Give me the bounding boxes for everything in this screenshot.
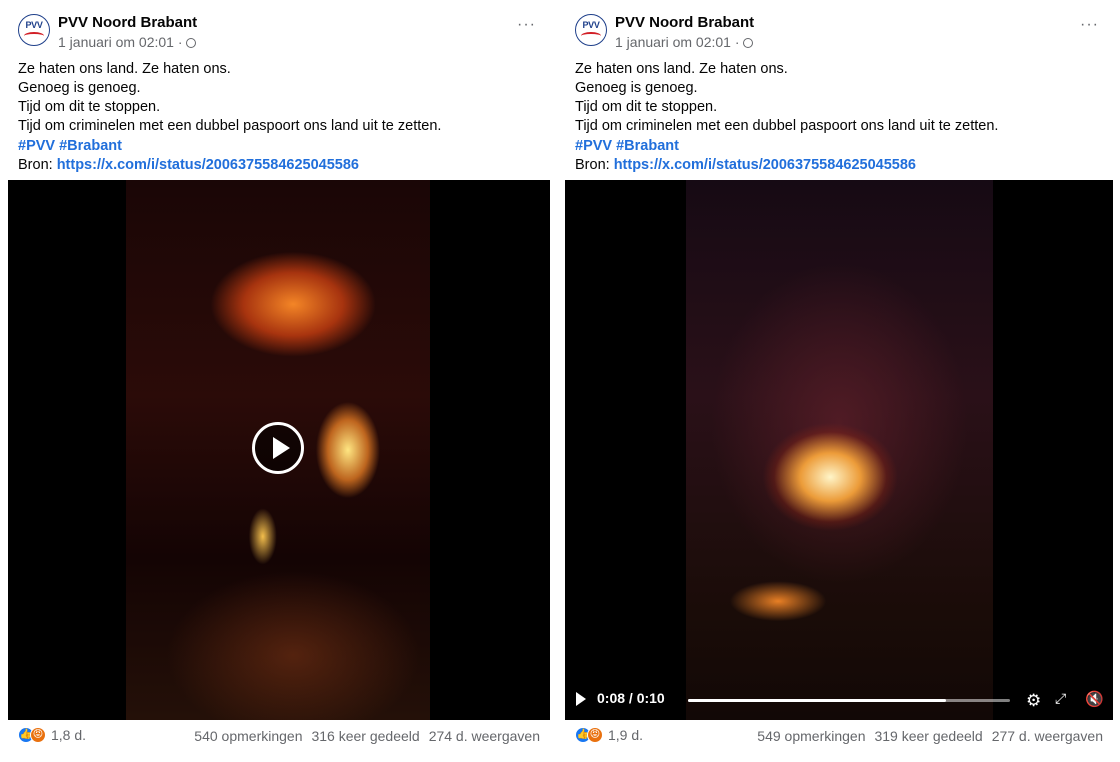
page-avatar[interactable]: PVV [18, 14, 50, 46]
post-header: PVV PVV Noord Brabant 1 januari om 02:01… [18, 12, 540, 52]
post-tags: #PVV #Brabant Bron: https://x.com/i/stat… [18, 137, 540, 175]
facebook-post: PVV PVV Noord Brabant 1 januari om 02:01… [8, 0, 550, 754]
post-text-line: Tijd om criminelen met een dubbel paspoo… [575, 118, 999, 134]
post-timestamp[interactable]: 1 januari om 02:01 · [58, 34, 183, 50]
reaction-count: 1,9 d. [608, 727, 644, 743]
post-timestamp[interactable]: 1 januari om 02:01 · [615, 34, 740, 50]
post-text-line: Ze haten ons land. Ze haten ons. [18, 61, 231, 77]
post-tags: #PVV #Brabant Bron: https://x.com/i/stat… [575, 137, 1103, 175]
source-label: Bron: [575, 157, 614, 173]
reactions-summary[interactable]: 👍 😡 1,8 d. [18, 727, 86, 743]
post-meta: 1 januari om 02:01 · [58, 34, 196, 50]
comments-count[interactable]: 540 opmerkingen [194, 728, 302, 744]
reactions-summary[interactable]: 👍 😡 1,9 d. [575, 727, 643, 743]
post-stats: 549 opmerkingen 319 keer gedeeld 277 d. … [757, 728, 1103, 744]
source-link[interactable]: https://x.com/i/status/20063755846250455… [57, 157, 359, 173]
post-header: PVV PVV Noord Brabant 1 januari om 02:01… [575, 12, 1103, 52]
source-label: Bron: [18, 157, 57, 173]
post-meta: 1 januari om 02:01 · [615, 34, 753, 50]
page-name[interactable]: PVV Noord Brabant [58, 14, 197, 31]
globe-icon [742, 38, 753, 48]
post-text-line: Ze haten ons land. Ze haten ons. [575, 61, 788, 77]
page-avatar[interactable]: PVV [575, 14, 607, 46]
video-controls: 0:08 / 0:10 ⚙ ⤢ 🔇 [565, 680, 1113, 720]
shares-count[interactable]: 319 keer gedeeld [874, 728, 982, 744]
play-icon[interactable] [252, 422, 304, 474]
source-line: Bron: https://x.com/i/status/20063755846… [575, 156, 1103, 175]
avatar-text: PVV [582, 20, 600, 30]
post-stats: 540 opmerkingen 316 keer gedeeld 274 d. … [194, 728, 540, 744]
avatar-swoosh [581, 32, 601, 40]
reaction-count: 1,8 d. [51, 727, 87, 743]
post-text: Ze haten ons land. Ze haten ons. Genoeg … [18, 60, 540, 136]
video-progress-bar[interactable] [688, 699, 1010, 702]
post-text: Ze haten ons land. Ze haten ons. Genoeg … [575, 60, 1103, 136]
source-link[interactable]: https://x.com/i/status/20063755846250455… [614, 157, 916, 173]
hashtags-link[interactable]: #PVV #Brabant [575, 137, 1103, 156]
post-footer: 👍 😡 1,9 d. 549 opmerkingen 319 keer gede… [575, 725, 1103, 749]
video-player[interactable] [8, 180, 550, 720]
expand-icon[interactable]: ⤢ [1055, 690, 1066, 707]
avatar-text: PVV [25, 20, 43, 30]
post-text-line: Tijd om criminelen met een dubbel paspoo… [18, 118, 442, 134]
shares-count[interactable]: 316 keer gedeeld [311, 728, 419, 744]
video-time: 0:08 / 0:10 [597, 690, 665, 706]
post-text-line: Tijd om dit te stoppen. [18, 99, 161, 115]
views-count: 277 d. weergaven [991, 728, 1103, 744]
mute-icon[interactable]: 🔇 [1085, 690, 1104, 708]
globe-icon [185, 38, 196, 48]
source-line: Bron: https://x.com/i/status/20063755846… [18, 156, 540, 175]
comments-count[interactable]: 549 opmerkingen [757, 728, 865, 744]
page-name[interactable]: PVV Noord Brabant [615, 14, 754, 31]
views-count: 274 d. weergaven [428, 728, 540, 744]
more-options-button[interactable]: ··· [517, 16, 536, 34]
hashtags-link[interactable]: #PVV #Brabant [18, 137, 540, 156]
more-options-button[interactable]: ··· [1080, 16, 1099, 34]
post-footer: 👍 😡 1,8 d. 540 opmerkingen 316 keer gede… [18, 725, 540, 749]
avatar-swoosh [24, 32, 44, 40]
angry-icon: 😡 [587, 727, 603, 743]
post-text-line: Tijd om dit te stoppen. [575, 99, 718, 115]
post-text-line: Genoeg is genoeg. [18, 80, 141, 96]
gear-icon[interactable]: ⚙ [1026, 691, 1041, 711]
video-progress-fill [688, 699, 946, 702]
post-text-line: Genoeg is genoeg. [575, 80, 698, 96]
facebook-post: PVV PVV Noord Brabant 1 januari om 02:01… [565, 0, 1113, 754]
angry-icon: 😡 [30, 727, 46, 743]
video-player[interactable]: 0:08 / 0:10 ⚙ ⤢ 🔇 [565, 180, 1113, 720]
video-frame[interactable] [686, 180, 993, 720]
play-icon[interactable] [576, 692, 586, 706]
